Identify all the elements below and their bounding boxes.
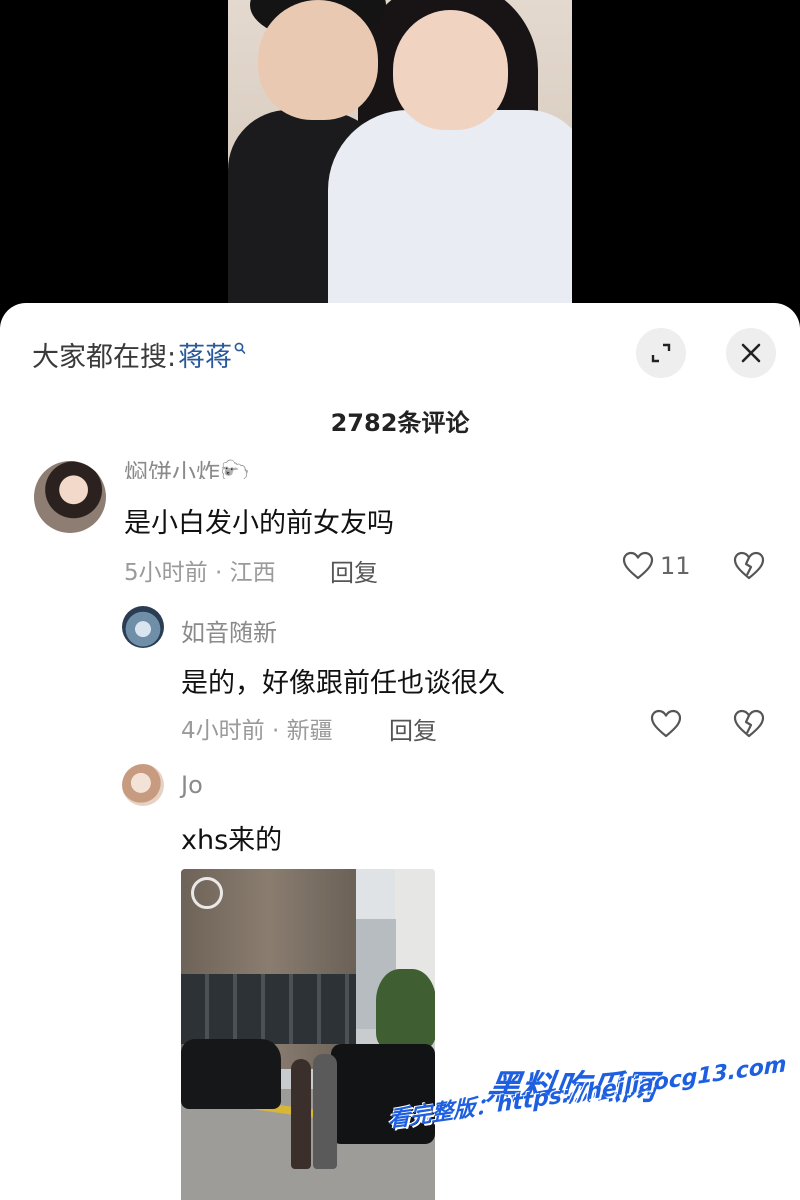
like-button[interactable]: 11 [622,551,691,581]
comment-text[interactable]: xhs来的 [181,818,282,857]
photo-detail [328,110,572,320]
comment-username[interactable]: Jo [181,771,203,799]
heart-icon [622,551,654,580]
expand-icon [651,343,671,363]
broken-heart-icon [733,551,765,580]
dislike-button[interactable] [733,551,765,585]
photo-detail [181,1039,281,1109]
app-logo-icon [191,877,223,909]
heart-icon [650,709,682,738]
comment-image[interactable] [181,869,435,1200]
photo-detail [393,10,508,130]
photo-detail [181,974,356,1044]
comment-meta: 5小时前 · 江西 [124,560,276,586]
dislike-button[interactable] [733,709,765,743]
close-button[interactable] [726,328,776,378]
avatar[interactable] [34,461,106,533]
avatar[interactable] [122,764,164,806]
expand-button[interactable] [636,328,686,378]
trending-search-term[interactable]: 蒋蒋 [178,335,232,374]
comment-meta: 4小时前 · 新疆 [181,718,333,744]
search-icon [234,341,246,360]
reply-button[interactable]: 回复 [330,553,378,588]
post-photo[interactable] [228,0,572,320]
comment-count: 2782条评论 [330,409,470,437]
trending-search[interactable]: 大家都在搜: 蒋蒋 [32,335,246,374]
comment-username[interactable]: 焖饼小炸🐑 [124,453,250,479]
photo-detail [291,1059,311,1169]
trending-search-prefix: 大家都在搜: [32,342,177,373]
reply-button[interactable]: 回复 [389,711,437,746]
photo-detail [313,1054,337,1169]
avatar[interactable] [122,606,164,648]
like-count: 11 [660,552,691,580]
like-button[interactable] [650,709,682,739]
photo-detail [376,969,435,1049]
comment-username[interactable]: 如音随新 [181,613,277,648]
photo-detail [258,0,378,120]
comment-text[interactable]: 是的，好像跟前任也谈很久 [181,661,505,700]
close-icon [741,343,761,363]
comment-text[interactable]: 是小白发小的前女友吗 [124,501,394,540]
broken-heart-icon [733,709,765,738]
